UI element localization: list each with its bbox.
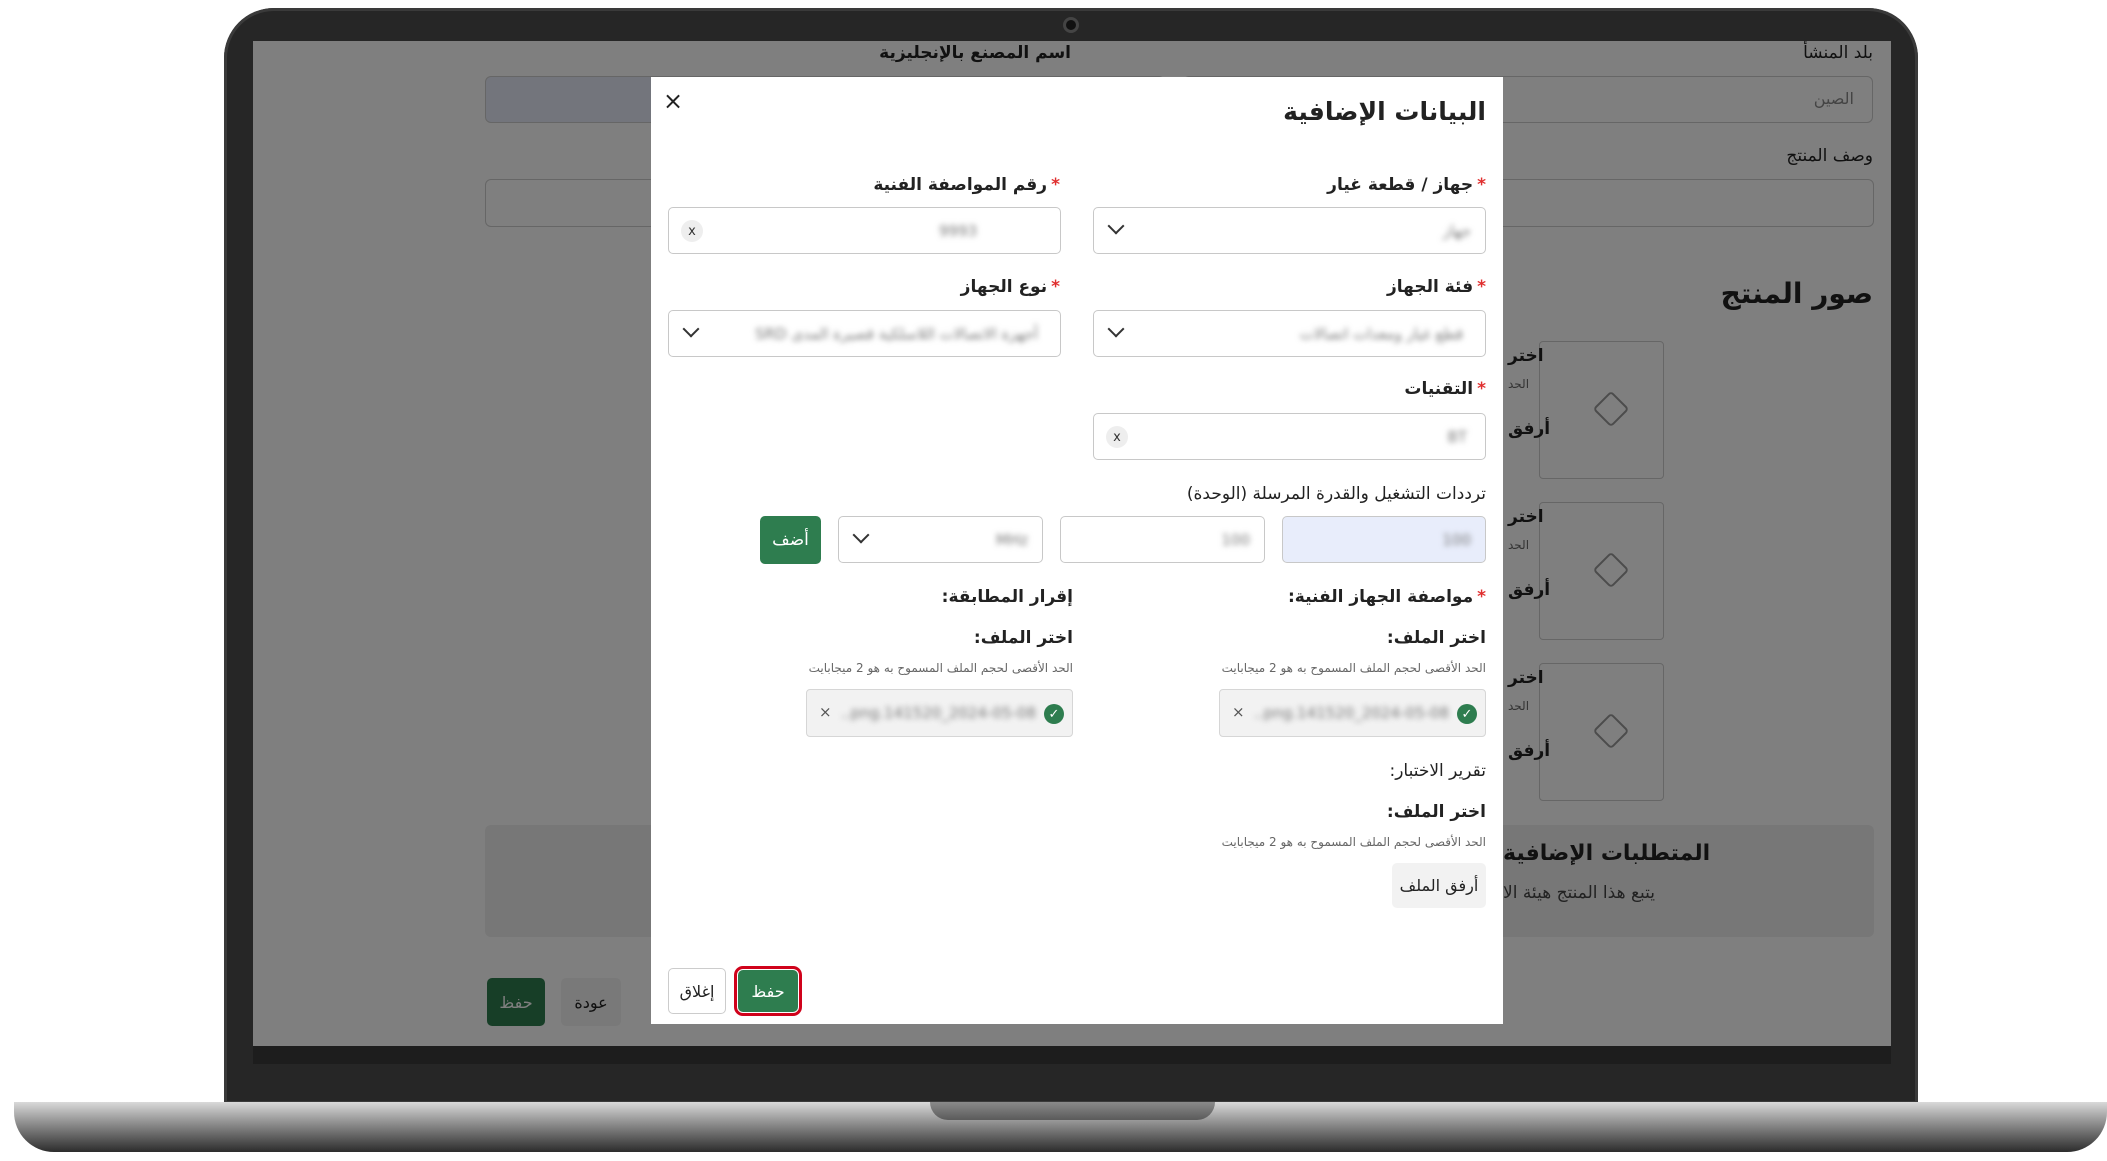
close-icon[interactable]: × bbox=[663, 87, 683, 115]
spec-number-select[interactable]: x 9993 bbox=[668, 207, 1061, 254]
chevron-down-icon bbox=[1107, 320, 1125, 338]
technologies-label: *التقنيات bbox=[1404, 379, 1486, 399]
device-type-select[interactable]: أجهزة الاتصالات اللاسلكية قصيرة المدى SR… bbox=[668, 310, 1061, 357]
tech-spec-choose-label: اختر الملف: bbox=[1386, 628, 1486, 648]
tech-spec-hint: الحد الأقصى لحجم الملف المسموح به هو 2 م… bbox=[1221, 661, 1486, 675]
frequency-unit-value: MHz bbox=[995, 531, 1028, 549]
save-button[interactable]: حفظ bbox=[734, 966, 802, 1016]
chevron-down-icon bbox=[682, 320, 700, 338]
conformity-label: إقرار المطابقة: bbox=[941, 587, 1073, 607]
chevron-down-icon bbox=[852, 526, 870, 544]
clear-chip-button[interactable]: x bbox=[1106, 426, 1128, 448]
screen-bezel bbox=[253, 1046, 1891, 1064]
technologies-select[interactable]: x BT bbox=[1093, 413, 1486, 460]
technologies-chip: BT bbox=[1447, 428, 1467, 446]
device-part-select[interactable]: جهاز bbox=[1093, 207, 1486, 254]
additional-data-modal: البيانات الإضافية × *جهاز / قطعة غيار جه… bbox=[651, 77, 1503, 1024]
check-circle-icon: ✓ bbox=[1457, 704, 1477, 724]
device-category-select[interactable]: قطع غيار ومعدات اتصالات bbox=[1093, 310, 1486, 357]
laptop-notch bbox=[930, 1102, 1215, 1120]
frequencies-label: ترددات التشغيل والقدرة المرسلة (الوحدة) bbox=[1186, 484, 1486, 504]
conformity-file-name: 2024-05-08_141520.png.. bbox=[841, 704, 1036, 722]
device-part-value: جهاز bbox=[1442, 222, 1471, 240]
close-button[interactable]: إغلاق bbox=[668, 968, 726, 1014]
clear-chip-button[interactable]: x bbox=[681, 220, 703, 242]
camera-icon bbox=[1063, 17, 1079, 33]
device-category-label: *فئة الجهاز bbox=[1386, 277, 1486, 297]
device-category-value: قطع غيار ومعدات اتصالات bbox=[1299, 325, 1463, 343]
frequency-value-2: 100 bbox=[1221, 531, 1250, 549]
modal-title: البيانات الإضافية bbox=[1283, 97, 1486, 126]
frequency-unit-select[interactable]: MHz bbox=[838, 516, 1043, 563]
conformity-choose-label: اختر الملف: bbox=[973, 628, 1073, 648]
conformity-hint: الحد الأقصى لحجم الملف المسموح به هو 2 م… bbox=[808, 661, 1073, 675]
remove-file-icon[interactable]: × bbox=[819, 703, 832, 721]
tech-spec-doc-label: *مواصفة الجهاز الفنية: bbox=[1288, 587, 1486, 607]
spec-number-label: *رقم المواصفة الفنية bbox=[873, 175, 1060, 195]
attach-file-button[interactable]: أرفق الملف bbox=[1392, 863, 1486, 908]
remove-file-icon[interactable]: × bbox=[1232, 703, 1245, 721]
spec-number-chip: 9993 bbox=[939, 222, 978, 240]
conformity-file-chip: ✓ 2024-05-08_141520.png.. × bbox=[806, 689, 1073, 737]
device-part-label: *جهاز / قطعة غيار bbox=[1327, 175, 1486, 195]
add-frequency-button[interactable]: أضف bbox=[760, 516, 821, 564]
frequency-input-2[interactable]: 100 bbox=[1060, 516, 1265, 563]
tech-spec-file-chip: ✓ 2024-05-08_141520.png.. × bbox=[1219, 689, 1486, 737]
frequency-input-1[interactable]: 100 bbox=[1282, 516, 1486, 563]
device-type-value: أجهزة الاتصالات اللاسلكية قصيرة المدى SR… bbox=[755, 325, 1038, 343]
test-report-hint: الحد الأقصى لحجم الملف المسموح به هو 2 م… bbox=[1221, 835, 1486, 849]
test-report-choose-label: اختر الملف: bbox=[1386, 802, 1486, 822]
frequency-value-1: 100 bbox=[1442, 531, 1471, 549]
tech-spec-file-name: 2024-05-08_141520.png.. bbox=[1254, 704, 1449, 722]
test-report-label: تقرير الاختبار: bbox=[1389, 761, 1486, 781]
chevron-down-icon bbox=[1107, 217, 1125, 235]
check-circle-icon: ✓ bbox=[1044, 704, 1064, 724]
device-type-label: *نوع الجهاز bbox=[960, 277, 1060, 297]
